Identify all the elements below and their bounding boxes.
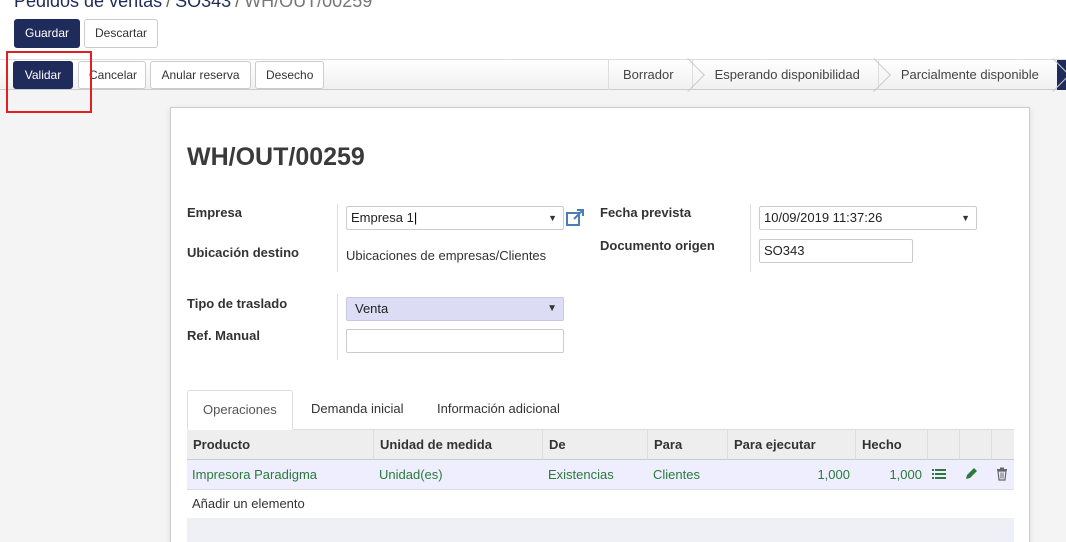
cell-from: Existencias: [548, 467, 614, 482]
origin-field[interactable]: SO343: [759, 239, 913, 263]
cell-to: Clientes: [653, 467, 700, 482]
unreserve-button[interactable]: Anular reserva: [150, 61, 251, 89]
breadcrumb-order[interactable]: SO343: [175, 0, 231, 11]
table-header: Producto Unidad de medida De Para Para e…: [187, 430, 1014, 460]
divider: [750, 204, 751, 272]
column-uom[interactable]: Unidad de medida: [374, 430, 543, 460]
breadcrumb-separator: /: [166, 0, 172, 11]
column-empty: [960, 430, 992, 460]
column-to[interactable]: Para: [648, 430, 728, 460]
add-line-link[interactable]: Añadir un elemento: [187, 490, 1014, 518]
stage-waiting[interactable]: Esperando disponibilidad: [691, 60, 878, 90]
chevron-down-icon: ▼: [548, 213, 557, 223]
column-product[interactable]: Producto: [187, 430, 374, 460]
destination-label: Ubicación destino: [187, 245, 299, 260]
tab-additional-info[interactable]: Información adicional: [422, 390, 575, 430]
external-link-icon[interactable]: [565, 208, 585, 228]
scheduled-date-value: 10/09/2019 11:37:26: [764, 210, 883, 225]
stage-partially-available[interactable]: Parcialmente disponible: [877, 60, 1057, 90]
scheduled-date-field[interactable]: 10/09/2019 11:37:26 ▼: [759, 206, 977, 230]
stage-draft[interactable]: Borrador: [608, 60, 692, 90]
manual-ref-input[interactable]: [346, 329, 564, 353]
partner-select[interactable]: Empresa 1| ▼: [346, 206, 564, 230]
origin-label: Documento origen: [600, 238, 715, 253]
breadcrumb-sales-orders[interactable]: Pedidos de ventas: [14, 0, 162, 11]
save-button[interactable]: Guardar: [14, 19, 80, 48]
pencil-icon[interactable]: [964, 467, 978, 481]
cell-to-do: 1,000: [817, 467, 850, 482]
discard-button[interactable]: Descartar: [84, 19, 158, 48]
form-sheet: WH/OUT/00259 Empresa Ubicación destino E…: [170, 107, 1030, 542]
tab-operations[interactable]: Operaciones: [187, 390, 293, 430]
breadcrumb: Pedidos de ventas / SO343/WH/OUT/00259: [14, 0, 372, 12]
breadcrumb-separator: /: [235, 0, 241, 11]
page-title: WH/OUT/00259: [187, 143, 365, 171]
notebook-tabs: Operaciones Demanda inicial Información …: [187, 390, 1014, 430]
partner-label: Empresa: [187, 205, 242, 220]
caret-down-icon: ▼: [547, 303, 557, 314]
scheduled-date-label: Fecha prevista: [600, 205, 692, 220]
column-done[interactable]: Hecho: [856, 430, 928, 460]
cell-uom: Unidad(es): [379, 467, 443, 482]
chevron-down-icon: ▼: [961, 213, 970, 223]
column-empty: [928, 430, 960, 460]
divider: [337, 204, 338, 272]
breadcrumb-current: WH/OUT/00259: [244, 0, 373, 11]
picking-type-select[interactable]: Venta ▼: [346, 297, 564, 321]
scrap-button[interactable]: Desecho: [255, 61, 324, 89]
column-from[interactable]: De: [543, 430, 648, 460]
control-panel: Pedidos de ventas / SO343/WH/OUT/00259 Gua…: [0, 0, 1066, 60]
cell-done: 1,000: [889, 467, 922, 482]
detailed-operations-icon[interactable]: [932, 467, 946, 481]
highlight-box: [6, 51, 92, 113]
origin-value: SO343: [764, 243, 805, 258]
status-stages: Borrador Esperando disponibilidad Parcia…: [608, 60, 1066, 90]
picking-type-value: Venta: [355, 301, 389, 316]
picking-type-label: Tipo de traslado: [187, 296, 288, 311]
cell-product: Impresora Paradigma: [192, 467, 317, 482]
table-row[interactable]: Impresora Paradigma Unidad(es) Existenci…: [187, 460, 1014, 490]
trash-icon[interactable]: [995, 467, 1009, 481]
destination-value: Ubicaciones de empresas/Clientes: [346, 248, 547, 263]
action-status-bar: Validar Cancelar Anular reserva Desecho …: [0, 59, 1066, 90]
column-to-do[interactable]: Para ejecutar: [728, 430, 856, 460]
manual-ref-label: Ref. Manual: [187, 328, 260, 343]
divider: [337, 294, 338, 360]
table-footer: [187, 518, 1014, 542]
partner-value: Empresa 1: [351, 210, 414, 225]
tab-initial-demand[interactable]: Demanda inicial: [296, 390, 419, 430]
